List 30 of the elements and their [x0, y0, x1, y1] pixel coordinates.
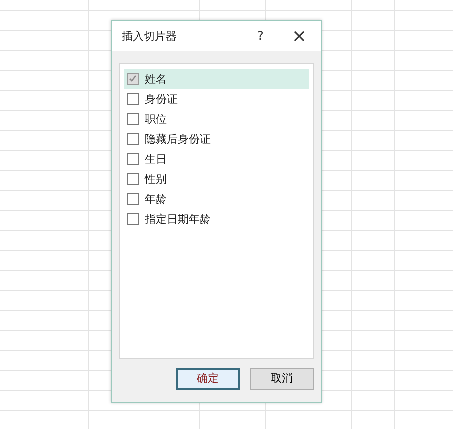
- check-icon: [129, 75, 137, 83]
- cancel-button[interactable]: 取消: [250, 368, 314, 390]
- field-item[interactable]: 身份证: [124, 89, 309, 109]
- field-item[interactable]: 职位: [124, 109, 309, 129]
- field-label: 年龄: [145, 192, 167, 206]
- dialog-title: 插入切片器: [122, 28, 178, 44]
- help-button[interactable]: ?: [252, 29, 270, 43]
- checkbox[interactable]: [127, 193, 139, 205]
- checkbox[interactable]: [127, 93, 139, 105]
- field-label: 隐藏后身份证: [145, 132, 211, 146]
- checkbox[interactable]: [127, 73, 139, 85]
- field-item[interactable]: 年龄: [124, 189, 309, 209]
- checkbox[interactable]: [127, 173, 139, 185]
- field-item[interactable]: 隐藏后身份证: [124, 129, 309, 149]
- field-item[interactable]: 指定日期年龄: [124, 209, 309, 229]
- field-label: 职位: [145, 112, 167, 126]
- field-label: 姓名: [145, 72, 167, 86]
- field-label: 性别: [145, 172, 167, 186]
- checkbox[interactable]: [127, 113, 139, 125]
- field-item[interactable]: 性别: [124, 169, 309, 189]
- checkbox[interactable]: [127, 213, 139, 225]
- field-item[interactable]: 生日: [124, 149, 309, 169]
- field-label: 身份证: [145, 92, 178, 106]
- field-label: 指定日期年龄: [145, 212, 211, 226]
- checkbox[interactable]: [127, 133, 139, 145]
- field-item[interactable]: 姓名: [124, 69, 309, 89]
- ok-button[interactable]: 确定: [176, 368, 240, 390]
- close-button[interactable]: ×: [286, 26, 313, 46]
- field-label: 生日: [145, 152, 167, 166]
- checkbox[interactable]: [127, 153, 139, 165]
